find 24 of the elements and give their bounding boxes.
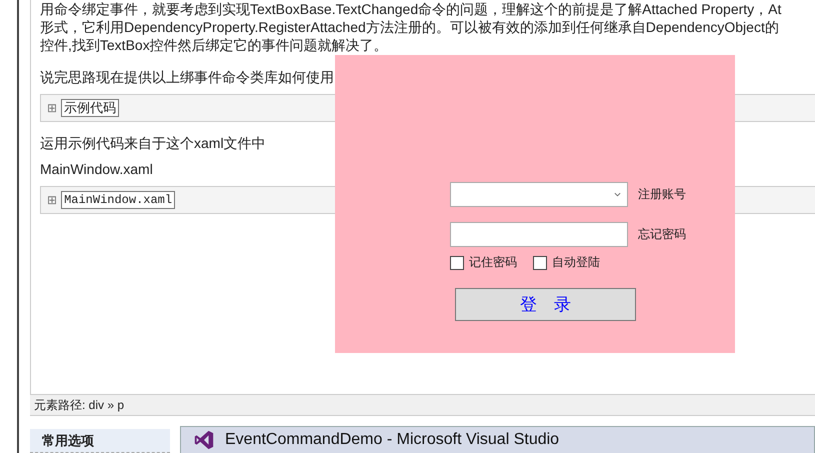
code-title[interactable]: MainWindow.xaml (61, 191, 176, 209)
expand-icon[interactable]: ⊞ (47, 193, 58, 207)
paragraph: 运用示例代码来自于这个xaml文件中 (40, 134, 267, 152)
password-field[interactable] (450, 222, 628, 247)
window-title: EventCommandDemo - Microsoft Visual Studio (225, 431, 560, 449)
checkbox[interactable] (450, 256, 464, 270)
visual-studio-icon (193, 429, 215, 451)
paragraph: 形式，它利用DependencyProperty.RegisterAttached方法注册的。可以被有效的添加到任何继承自DependencyObject的 (40, 18, 780, 36)
register-link[interactable]: 注册账号 (638, 186, 686, 203)
login-button[interactable]: 登 录 (455, 288, 636, 321)
checkbox[interactable] (533, 256, 547, 270)
expand-icon[interactable]: ⊞ (47, 101, 58, 115)
paragraph: 用命令绑定事件，就要考虑到实现TextBoxBase.TextChanged命令的问题，理解这个的前提是了解Attached Property，At (40, 0, 782, 18)
chevron-icon (614, 192, 621, 197)
checkbox-label: 记住密码 (469, 254, 517, 271)
taskbar-preview[interactable]: EventCommandDemo - Microsoft Visual Studio (180, 426, 815, 453)
forgot-password-link[interactable]: 忘记密码 (638, 226, 686, 243)
code-title[interactable]: 示例代码 (61, 99, 120, 117)
paragraph: MainWindow.xaml (40, 160, 154, 178)
paragraph: 说完思路现在提供以上绑事件命令类库如何使用 (40, 68, 335, 86)
checkbox-label: 自动登陆 (552, 254, 600, 271)
element-path: 元素路径: div » p (34, 396, 124, 414)
paragraph: 控件,找到TextBox控件然后绑定它的事件问题就解决了。 (40, 36, 389, 54)
options-tab[interactable]: 常用选项 (30, 429, 170, 453)
